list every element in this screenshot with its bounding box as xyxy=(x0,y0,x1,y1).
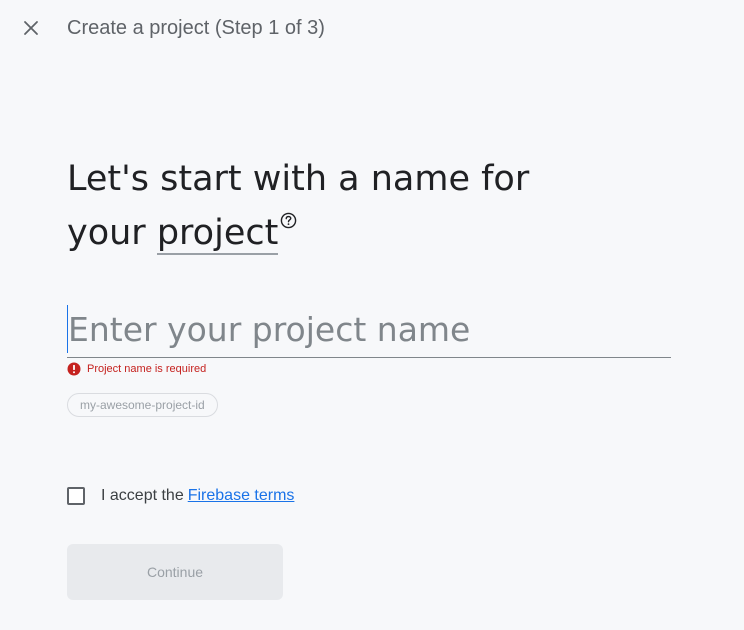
firebase-terms-link[interactable]: Firebase terms xyxy=(188,487,295,505)
terms-row: I accept the Firebase terms xyxy=(67,486,294,506)
heading-line-2-prefix: your xyxy=(67,213,146,253)
close-button[interactable] xyxy=(18,15,44,41)
project-name-field xyxy=(67,305,672,358)
create-project-page: Create a project (Step 1 of 3) Let's sta… xyxy=(0,0,744,630)
heading: Let's start with a name for your project xyxy=(67,152,547,260)
error-message: Project name is required xyxy=(67,361,206,377)
terms-checkbox[interactable] xyxy=(67,487,85,505)
terms-label: I accept the xyxy=(101,487,184,504)
heading-line-1: Let's start with a name for xyxy=(67,159,530,199)
continue-button[interactable]: Continue xyxy=(67,544,283,600)
error-text: Project name is required xyxy=(87,363,207,375)
page-title: Create a project (Step 1 of 3) xyxy=(67,17,325,39)
help-circle-icon[interactable] xyxy=(280,212,297,229)
project-id-chip[interactable]: my-awesome-project-id xyxy=(67,393,218,417)
project-term-link[interactable]: project xyxy=(156,213,279,255)
project-name-input[interactable] xyxy=(67,305,672,353)
close-icon xyxy=(24,21,38,35)
error-icon xyxy=(67,362,81,376)
